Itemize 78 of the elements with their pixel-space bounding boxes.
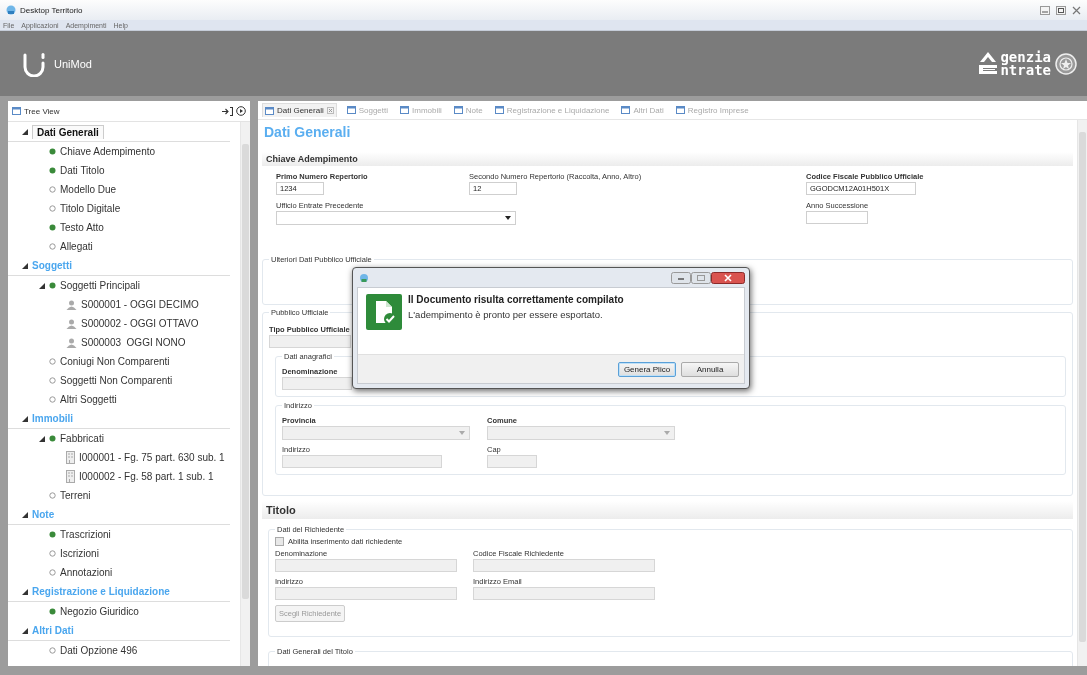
window-icon bbox=[265, 106, 274, 115]
minimize-icon[interactable] bbox=[1040, 5, 1050, 15]
minimize-icon[interactable] bbox=[671, 271, 691, 284]
window-title: Desktop Territorio bbox=[20, 5, 83, 15]
document-check-icon bbox=[366, 294, 402, 330]
dialog-button[interactable]: Annulla bbox=[681, 362, 739, 377]
caret-icon bbox=[459, 431, 465, 435]
app-name: UniMod bbox=[54, 57, 92, 70]
tree-item[interactable]: S000003 OGGI NONO bbox=[81, 337, 186, 348]
expanded-icon[interactable] bbox=[22, 262, 28, 269]
person-icon bbox=[66, 338, 77, 348]
window-icon bbox=[621, 106, 631, 114]
tree-item[interactable]: Dati Opzione 496 bbox=[60, 645, 138, 656]
logo-mark-icon bbox=[979, 51, 998, 74]
tree-item[interactable]: Soggetti Non Comparenti bbox=[60, 375, 173, 386]
caret-icon bbox=[664, 431, 670, 435]
expanded-icon[interactable] bbox=[39, 435, 45, 442]
tree-item[interactable]: Altri Soggetti bbox=[60, 394, 117, 405]
dropdown[interactable] bbox=[276, 211, 516, 225]
tree-item[interactable]: Annotazioni bbox=[60, 567, 113, 578]
window-icon bbox=[494, 106, 504, 114]
tree-item[interactable]: Coniugi Non Comparenti bbox=[60, 356, 170, 367]
logo-text: genzia bbox=[1000, 50, 1051, 64]
tree-item[interactable]: Negozio Giuridico bbox=[60, 606, 139, 617]
expanded-icon[interactable] bbox=[39, 282, 45, 289]
tree-item[interactable]: Testo Atto bbox=[60, 222, 104, 233]
expanded-icon[interactable] bbox=[22, 511, 28, 518]
caret-icon bbox=[505, 216, 511, 220]
app-icon bbox=[360, 273, 368, 282]
close-icon[interactable] bbox=[1072, 5, 1081, 15]
tab[interactable]: Dati Generali bbox=[262, 103, 337, 117]
dialog-button[interactable]: Genera Plico bbox=[618, 362, 676, 377]
maximize-icon[interactable] bbox=[691, 271, 711, 284]
tree-item[interactable]: Iscrizioni bbox=[60, 548, 99, 559]
page-heading: Dati Generali bbox=[264, 124, 351, 140]
expanded-icon[interactable] bbox=[22, 588, 28, 595]
tree-item[interactable]: I000002 - Fg. 58 part. 1 sub. 1 bbox=[79, 471, 214, 482]
section-header: Titolo bbox=[262, 501, 1073, 519]
logo-icon bbox=[23, 52, 45, 77]
scrollbar[interactable] bbox=[1077, 120, 1087, 666]
window-icon bbox=[400, 106, 410, 114]
panel-tab[interactable]: Tree View bbox=[24, 106, 60, 116]
tree-item[interactable]: Trascrizioni bbox=[60, 529, 111, 540]
window-icon bbox=[453, 106, 463, 114]
scrollbar[interactable] bbox=[240, 122, 250, 666]
tree-item[interactable]: S000002 - OGGI OTTAVO bbox=[81, 318, 199, 329]
building-icon bbox=[66, 451, 75, 464]
emblem-icon bbox=[1055, 52, 1077, 75]
tree-item[interactable]: Modello Due bbox=[60, 184, 117, 195]
tree-section[interactable]: Dati Generali bbox=[32, 124, 104, 139]
collapse-icon[interactable] bbox=[222, 106, 233, 116]
dialog-message: L'adempimento è pronto per essere esportato. bbox=[408, 309, 604, 320]
tree-item[interactable]: Terreni bbox=[60, 490, 91, 501]
section-header: Chiave Adempimento bbox=[262, 152, 1073, 166]
tree-item[interactable]: Allegati bbox=[60, 241, 93, 252]
person-icon bbox=[66, 300, 77, 310]
tree-item[interactable]: Fabbricati bbox=[60, 433, 104, 444]
app-icon bbox=[6, 5, 16, 15]
tree-item[interactable]: Soggetti Principali bbox=[60, 280, 141, 291]
tree-item[interactable]: Dati Titolo bbox=[60, 165, 105, 176]
tree-item[interactable]: Chiave Adempimento bbox=[60, 146, 156, 157]
dialog-heading: Il Documento risulta correttamente compilato bbox=[408, 294, 624, 305]
person-icon bbox=[66, 319, 77, 329]
window-icon bbox=[346, 106, 356, 114]
checkbox[interactable] bbox=[275, 537, 284, 546]
play-icon[interactable] bbox=[236, 106, 246, 116]
restore-icon[interactable] bbox=[1056, 5, 1066, 15]
window-icon bbox=[12, 107, 21, 115]
tree-item[interactable]: S000001 - OGGI DECIMO bbox=[81, 299, 199, 310]
tree-item[interactable]: Titolo Digitale bbox=[60, 203, 121, 214]
tree-item[interactable]: I000001 - Fg. 75 part. 630 sub. 1 bbox=[79, 452, 225, 463]
window-icon bbox=[675, 106, 685, 114]
close-icon[interactable] bbox=[711, 271, 745, 284]
expanded-icon[interactable] bbox=[22, 128, 28, 135]
text-field[interactable] bbox=[806, 211, 868, 224]
expanded-icon[interactable] bbox=[22, 415, 28, 422]
expanded-icon[interactable] bbox=[22, 627, 28, 634]
building-icon bbox=[66, 470, 75, 483]
